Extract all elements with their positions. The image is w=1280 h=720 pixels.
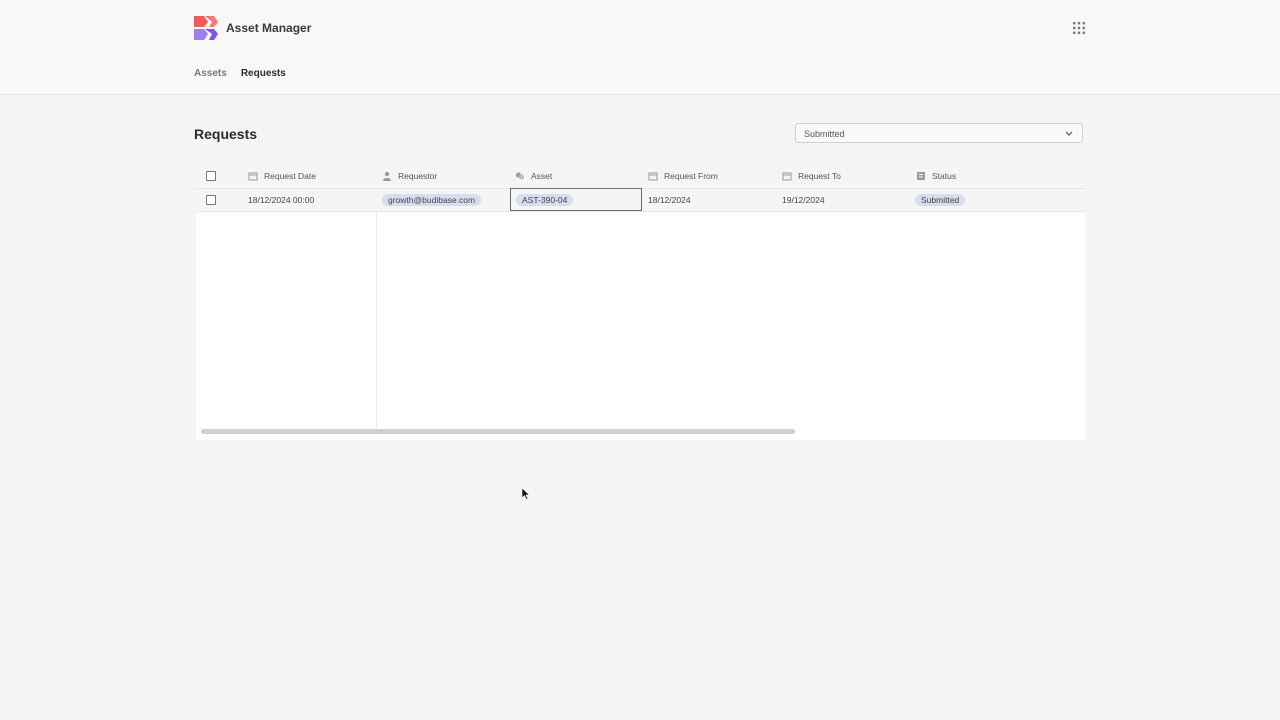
status-filter-value: Submitted [804, 129, 845, 139]
request-from-cell[interactable]: 18/12/2024 [648, 188, 691, 211]
column-header-label: Asset [531, 171, 553, 181]
requestor-pill: growth@budibase.com [382, 193, 482, 206]
mouse-cursor-icon [522, 488, 530, 500]
calendar-icon [648, 172, 658, 181]
column-header-request-from[interactable]: Request From [648, 164, 718, 188]
calendar-icon [248, 172, 258, 181]
user-icon [383, 171, 391, 181]
calendar-icon [782, 172, 792, 181]
page-title: Requests [194, 126, 258, 142]
status-filter-select[interactable]: Submitted [795, 123, 1083, 143]
table-header: Request Date Requestor Asset Request Fro… [196, 164, 1085, 189]
column-header-label: Status [932, 171, 957, 181]
apps-grid-icon[interactable] [1071, 20, 1087, 36]
column-header-status[interactable]: Status [916, 164, 956, 188]
column-header-label: Request Date [264, 171, 316, 181]
horizontal-scrollbar[interactable] [201, 429, 795, 434]
select-all-checkbox[interactable] [206, 171, 216, 181]
nav-link-assets[interactable]: Assets [194, 68, 227, 79]
requestor-cell[interactable]: growth@budibase.com [382, 188, 482, 211]
app-title: Asset Manager [226, 21, 312, 35]
column-header-label: Request From [664, 171, 718, 181]
column-header-asset[interactable]: Asset [515, 164, 552, 188]
requests-table: Request Date Requestor Asset Request Fro… [196, 164, 1085, 440]
chevron-down-icon [1065, 131, 1073, 136]
column-header-request-date[interactable]: Request Date [248, 164, 316, 188]
column-divider [376, 212, 377, 428]
table-row[interactable]: 18/12/2024 00:00 growth@budibase.com AST… [196, 188, 1085, 212]
column-header-request-to[interactable]: Request To [782, 164, 841, 188]
asset-cell[interactable]: AST-390-04 [510, 188, 642, 211]
link-icon [516, 172, 524, 180]
column-header-label: Requestor [398, 171, 438, 181]
table-empty-area [196, 212, 1085, 440]
status-cell[interactable]: Submitted [915, 188, 966, 211]
column-header-requestor[interactable]: Requestor [382, 164, 437, 188]
main-nav: Assets Requests [194, 68, 286, 79]
request-date-cell[interactable]: 18/12/2024 00:00 [248, 188, 314, 211]
row-checkbox[interactable] [206, 194, 216, 205]
top-bar: Asset Manager Assets Requests [0, 0, 1280, 95]
row-select-cell [206, 188, 216, 211]
list-icon [917, 172, 925, 180]
nav-link-requests[interactable]: Requests [241, 68, 286, 79]
request-to-cell[interactable]: 19/12/2024 [782, 188, 825, 211]
asset-pill: AST-390-04 [516, 193, 574, 206]
column-header-label: Request To [798, 171, 841, 181]
select-all-cell [206, 164, 216, 188]
status-badge: Submitted [915, 193, 966, 206]
app-logo [194, 16, 218, 40]
